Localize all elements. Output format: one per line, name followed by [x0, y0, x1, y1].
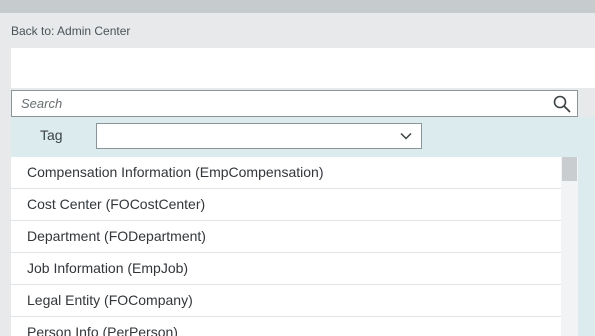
list-item[interactable]: Compensation Information (EmpCompensatio…: [11, 157, 561, 189]
scrollbar-thumb[interactable]: [562, 157, 577, 181]
list-item[interactable]: Job Information (EmpJob): [11, 253, 561, 285]
search-input[interactable]: [12, 91, 542, 116]
top-shell-bar: [0, 0, 595, 13]
header-panel: [11, 48, 595, 88]
list-item[interactable]: Department (FODepartment): [11, 221, 561, 253]
search-field[interactable]: [11, 90, 578, 117]
tag-label: Tag: [40, 127, 63, 143]
chevron-down-icon[interactable]: [399, 129, 413, 143]
tag-select[interactable]: [96, 123, 422, 149]
tag-filter-bar: Tag: [11, 117, 578, 157]
list-item[interactable]: Person Info (PerPerson): [11, 317, 561, 336]
list-item[interactable]: Cost Center (FOCostCenter): [11, 189, 561, 221]
list-scrollbar[interactable]: [561, 157, 578, 336]
right-side-strip: [578, 117, 595, 336]
back-to-admin-center-link[interactable]: Back to: Admin Center: [11, 24, 130, 38]
list-item[interactable]: Legal Entity (FOCompany): [11, 285, 561, 317]
search-icon[interactable]: [553, 95, 571, 113]
entity-list: Compensation Information (EmpCompensatio…: [11, 157, 578, 336]
